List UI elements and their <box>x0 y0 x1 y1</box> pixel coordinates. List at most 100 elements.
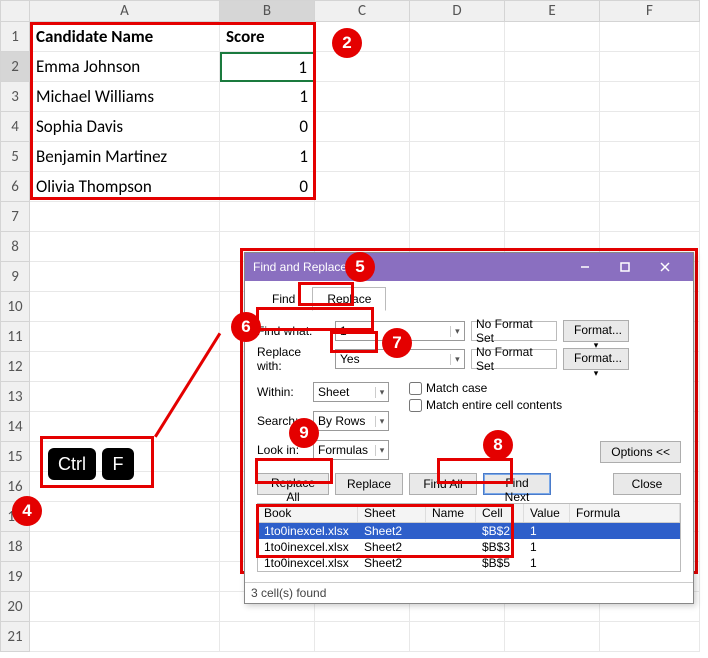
row-header-15[interactable]: 15 <box>0 442 30 472</box>
cell-B7[interactable] <box>220 202 315 232</box>
cell-D1[interactable] <box>410 22 505 52</box>
cell-D5[interactable] <box>410 142 505 172</box>
cell-B6[interactable]: 0 <box>220 172 315 202</box>
col-formula[interactable]: Formula <box>570 504 680 522</box>
results-row[interactable]: 1to0inexcel.xlsxSheet2$B$21 <box>258 523 680 539</box>
cell-B3[interactable]: 1 <box>220 82 315 112</box>
row-header-7[interactable]: 7 <box>0 202 30 232</box>
row-header-12[interactable]: 12 <box>0 352 30 382</box>
cell-F5[interactable] <box>600 142 700 172</box>
cell-A11[interactable] <box>30 322 220 352</box>
cell-C5[interactable] <box>315 142 410 172</box>
replace-format-button[interactable]: Format... ▾ <box>563 348 629 370</box>
results-row[interactable]: 1to0inexcel.xlsxSheet2$B$51 <box>258 555 680 571</box>
chevron-down-icon[interactable]: ▾ <box>450 354 464 365</box>
replace-button[interactable]: Replace <box>335 473 403 495</box>
cell-D6[interactable] <box>410 172 505 202</box>
cell-D7[interactable] <box>410 202 505 232</box>
row-header-5[interactable]: 5 <box>0 142 30 172</box>
find-format-button[interactable]: Format... ▾ <box>563 320 629 342</box>
cell-A2[interactable]: Emma Johnson <box>30 52 220 82</box>
row-header-20[interactable]: 20 <box>0 592 30 622</box>
look-in-select[interactable]: ▾ <box>313 440 389 460</box>
cell-C6[interactable] <box>315 172 410 202</box>
cell-A4[interactable]: Sophia Davis <box>30 112 220 142</box>
row-header-6[interactable]: 6 <box>0 172 30 202</box>
cell-E3[interactable] <box>505 82 600 112</box>
select-all-corner[interactable] <box>0 0 30 22</box>
cell-E1[interactable] <box>505 22 600 52</box>
chevron-down-icon[interactable]: ▾ <box>375 445 388 456</box>
maximize-button[interactable] <box>605 253 645 281</box>
row-header-21[interactable]: 21 <box>0 622 30 652</box>
cell-F3[interactable] <box>600 82 700 112</box>
dialog-close-button[interactable]: Close <box>613 473 681 495</box>
col-cell[interactable]: Cell <box>476 504 524 522</box>
cell-B2[interactable]: 1 <box>220 52 315 82</box>
cell-F6[interactable] <box>600 172 700 202</box>
cell-F7[interactable] <box>600 202 700 232</box>
cell-A8[interactable] <box>30 232 220 262</box>
cell-A1[interactable]: Candidate Name <box>30 22 220 52</box>
search-select[interactable]: ▾ <box>313 411 389 431</box>
cell-A9[interactable] <box>30 262 220 292</box>
col-header-F[interactable]: F <box>600 0 700 22</box>
cell-A13[interactable] <box>30 382 220 412</box>
row-header-2[interactable]: 2 <box>0 52 30 82</box>
row-header-10[interactable]: 10 <box>0 292 30 322</box>
cell-C4[interactable] <box>315 112 410 142</box>
col-header-D[interactable]: D <box>410 0 505 22</box>
options-toggle-button[interactable]: Options << <box>600 441 681 463</box>
match-entire-checkbox[interactable]: Match entire cell contents <box>409 398 562 412</box>
cell-F1[interactable] <box>600 22 700 52</box>
tab-find[interactable]: Find <box>257 287 310 311</box>
cell-C2[interactable] <box>315 52 410 82</box>
cell-B5[interactable]: 1 <box>220 142 315 172</box>
col-book[interactable]: Book <box>258 504 358 522</box>
cell-E2[interactable] <box>505 52 600 82</box>
cell-A14[interactable] <box>30 412 220 442</box>
cell-A5[interactable]: Benjamin Martinez <box>30 142 220 172</box>
cell-D21[interactable] <box>410 622 505 652</box>
cell-A20[interactable] <box>30 592 220 622</box>
row-header-8[interactable]: 8 <box>0 232 30 262</box>
cell-E7[interactable] <box>505 202 600 232</box>
col-name[interactable]: Name <box>426 504 476 522</box>
cell-A10[interactable] <box>30 292 220 322</box>
chevron-down-icon[interactable]: ▾ <box>375 416 388 427</box>
cell-D2[interactable] <box>410 52 505 82</box>
col-header-E[interactable]: E <box>505 0 600 22</box>
cell-E6[interactable] <box>505 172 600 202</box>
col-header-B[interactable]: B <box>220 0 315 22</box>
row-header-1[interactable]: 1 <box>0 22 30 52</box>
cell-B1[interactable]: Score <box>220 22 315 52</box>
cell-F2[interactable] <box>600 52 700 82</box>
row-header-13[interactable]: 13 <box>0 382 30 412</box>
cell-B21[interactable] <box>220 622 315 652</box>
cell-E21[interactable] <box>505 622 600 652</box>
within-select[interactable]: ▾ <box>313 382 389 402</box>
dialog-titlebar[interactable]: Find and Replace <box>245 253 693 281</box>
row-header-4[interactable]: 4 <box>0 112 30 142</box>
tab-replace[interactable]: Replace <box>312 287 386 311</box>
cell-F4[interactable] <box>600 112 700 142</box>
row-header-11[interactable]: 11 <box>0 322 30 352</box>
cell-A18[interactable] <box>30 532 220 562</box>
minimize-button[interactable] <box>565 253 605 281</box>
cell-B4[interactable]: 0 <box>220 112 315 142</box>
find-next-button[interactable]: Find Next <box>483 473 551 495</box>
col-header-A[interactable]: A <box>30 0 220 22</box>
results-row[interactable]: 1to0inexcel.xlsxSheet2$B$31 <box>258 539 680 555</box>
cell-E4[interactable] <box>505 112 600 142</box>
row-header-9[interactable]: 9 <box>0 262 30 292</box>
cell-D4[interactable] <box>410 112 505 142</box>
cell-A19[interactable] <box>30 562 220 592</box>
col-sheet[interactable]: Sheet <box>358 504 426 522</box>
results-list[interactable]: 1to0inexcel.xlsxSheet2$B$211to0inexcel.x… <box>258 523 680 571</box>
replace-all-button[interactable]: Replace All <box>257 473 329 495</box>
cell-A21[interactable] <box>30 622 220 652</box>
col-value[interactable]: Value <box>524 504 570 522</box>
cell-C3[interactable] <box>315 82 410 112</box>
cell-F21[interactable] <box>600 622 700 652</box>
cell-A17[interactable] <box>30 502 220 532</box>
